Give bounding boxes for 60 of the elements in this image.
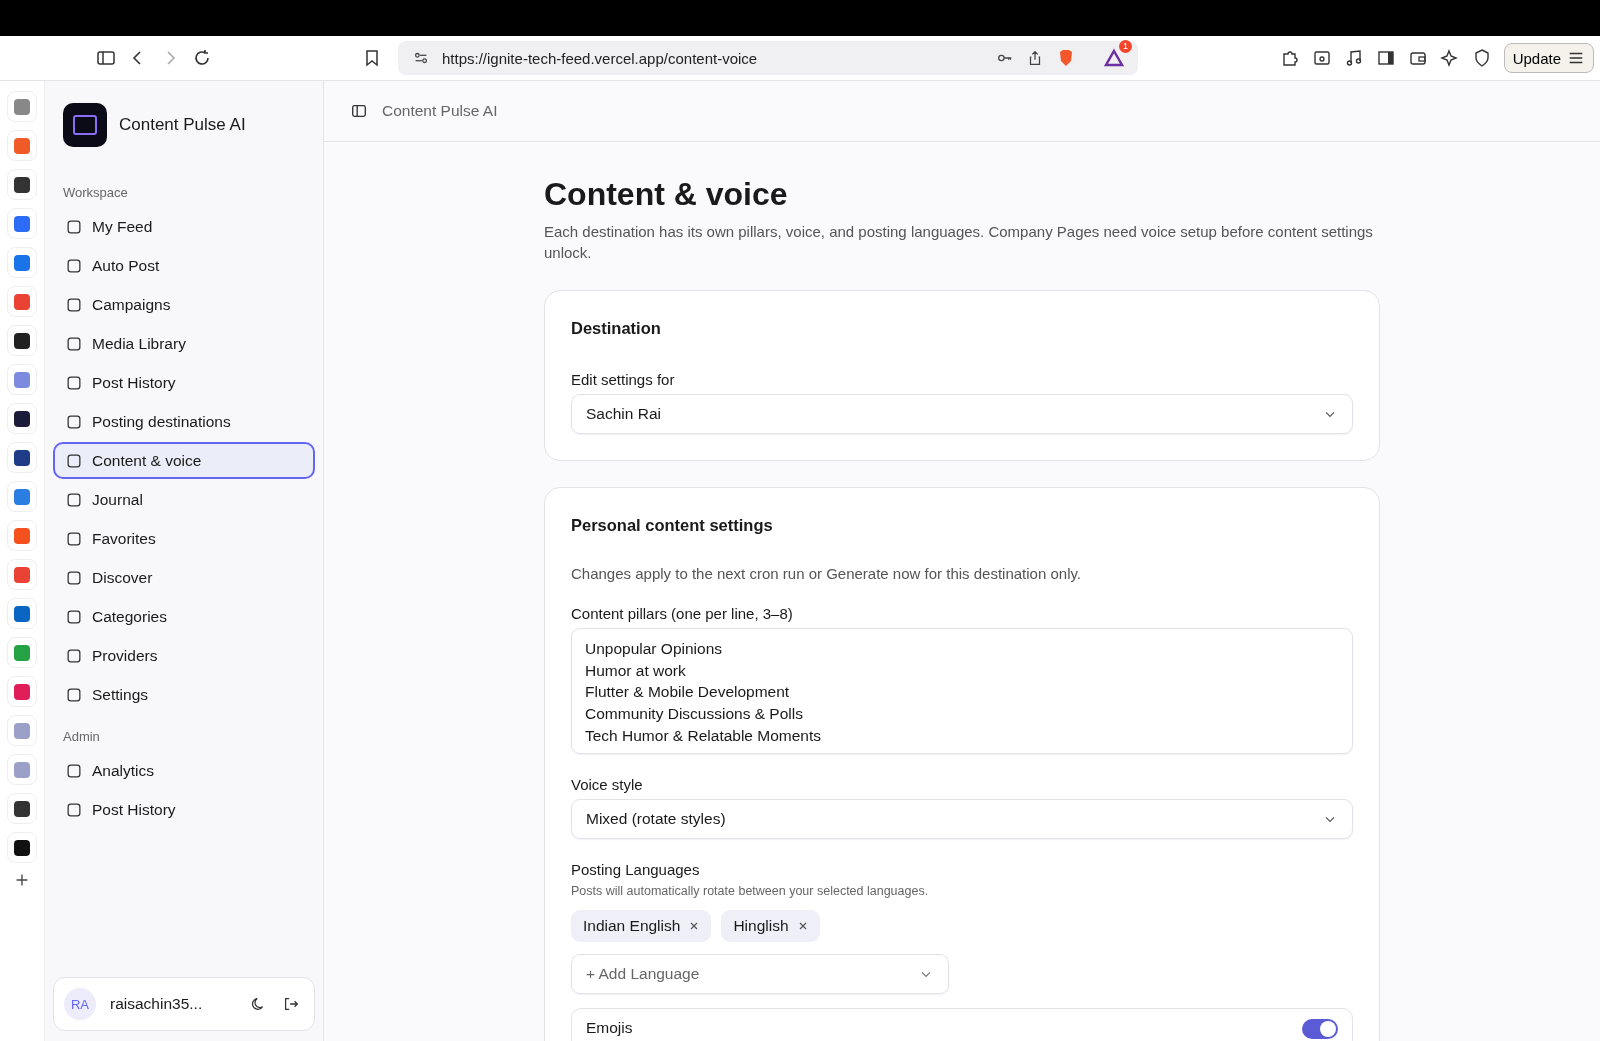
card-title: Destination xyxy=(571,319,662,338)
user-avatar: RA xyxy=(64,988,96,1020)
field-label: Voice style xyxy=(571,776,644,793)
nav-item[interactable]: Post History xyxy=(53,364,315,401)
app-icon[interactable] xyxy=(7,169,37,200)
chip-label: Indian English xyxy=(583,917,681,935)
nav-item[interactable]: Campaigns xyxy=(53,286,315,323)
app-logo-icon xyxy=(63,103,107,147)
update-button[interactable]: Update xyxy=(1503,43,1594,73)
side-panel-icon[interactable] xyxy=(1375,48,1396,68)
app-icon[interactable] xyxy=(7,793,37,824)
app-icon[interactable] xyxy=(7,403,37,434)
nav-item[interactable]: Settings xyxy=(53,676,315,713)
sidebar-toggle-icon[interactable] xyxy=(350,102,368,120)
sidebar-toggle-icon[interactable] xyxy=(96,48,116,68)
section-title: Admin xyxy=(62,728,101,746)
field-label: Content pillars (one per line, 3–8) xyxy=(571,605,794,622)
voice-select[interactable]: Mixed (rotate styles) xyxy=(571,799,1353,839)
app-name: Content Pulse AI xyxy=(119,115,246,135)
app-icon[interactable] xyxy=(7,442,37,473)
card-title: Personal content settings xyxy=(571,516,774,535)
app-icon[interactable] xyxy=(7,832,37,863)
emoji-toggle[interactable] xyxy=(1302,1019,1338,1039)
nav-item[interactable]: Providers xyxy=(53,637,315,674)
nav-item[interactable]: Categories xyxy=(53,598,315,635)
address-bar[interactable]: https://ignite-tech-feed.vercel.app/content-voice 1 xyxy=(398,41,1138,75)
nav-item[interactable]: Post History xyxy=(53,791,315,828)
field-hint: Posts will automatically rotate between your selected languages. xyxy=(571,884,930,898)
page-description: Each destination has its own pillars, voice, and posting languages. Company Pages need voice setup before content settings unlock. xyxy=(544,222,1374,263)
logout-icon[interactable] xyxy=(282,995,300,1013)
setting-label: Emojis xyxy=(586,1019,633,1037)
reader-icon[interactable] xyxy=(1311,48,1332,68)
nav-item[interactable]: Journal xyxy=(53,481,315,518)
reload-icon[interactable] xyxy=(192,48,212,68)
chip-label: Hinglish xyxy=(733,917,789,935)
remove-icon[interactable] xyxy=(689,921,700,931)
sparkle-icon[interactable] xyxy=(1439,48,1460,68)
breadcrumb: Content Pulse AI xyxy=(382,102,498,120)
field-label: Edit settings for xyxy=(571,371,676,388)
nav-item[interactable]: Analytics xyxy=(53,752,315,789)
nav-item[interactable]: Discover xyxy=(53,559,315,596)
nav-item[interactable]: Posting destinations xyxy=(53,403,315,440)
settings-note: Changes apply to the next cron run or Generate now for this destination only. xyxy=(571,565,1083,582)
nav-item[interactable]: Content & voice xyxy=(53,442,315,479)
page-title: Content & voice xyxy=(544,176,789,213)
user-name: raisachin35... xyxy=(110,995,204,1013)
triangle-icon[interactable] xyxy=(1104,48,1124,68)
add-language-select[interactable]: + Add Language xyxy=(571,954,949,994)
pillars-field[interactable]: Unpopular Opinions Humor at work Flutter & Mobile Development Community Discussions & Polls Tech Humor & Relatable Moments xyxy=(571,628,1353,754)
field-label: Posting Languages xyxy=(571,861,701,878)
remove-icon[interactable] xyxy=(797,921,808,931)
destination-select[interactable]: Sachin Rai xyxy=(571,394,1353,434)
nav-item[interactable]: Auto Post xyxy=(53,247,315,284)
section-title: Workspace xyxy=(62,184,129,202)
nav-item[interactable]: Media Library xyxy=(53,325,315,362)
app-icon[interactable] xyxy=(7,325,37,356)
nav-item[interactable]: My Feed xyxy=(53,208,315,245)
url-text: https://ignite-tech-feed.vercel.app/content-voice xyxy=(442,49,759,67)
notification-badge: 1 xyxy=(1119,40,1132,53)
nav-item[interactable]: Favorites xyxy=(53,520,315,557)
